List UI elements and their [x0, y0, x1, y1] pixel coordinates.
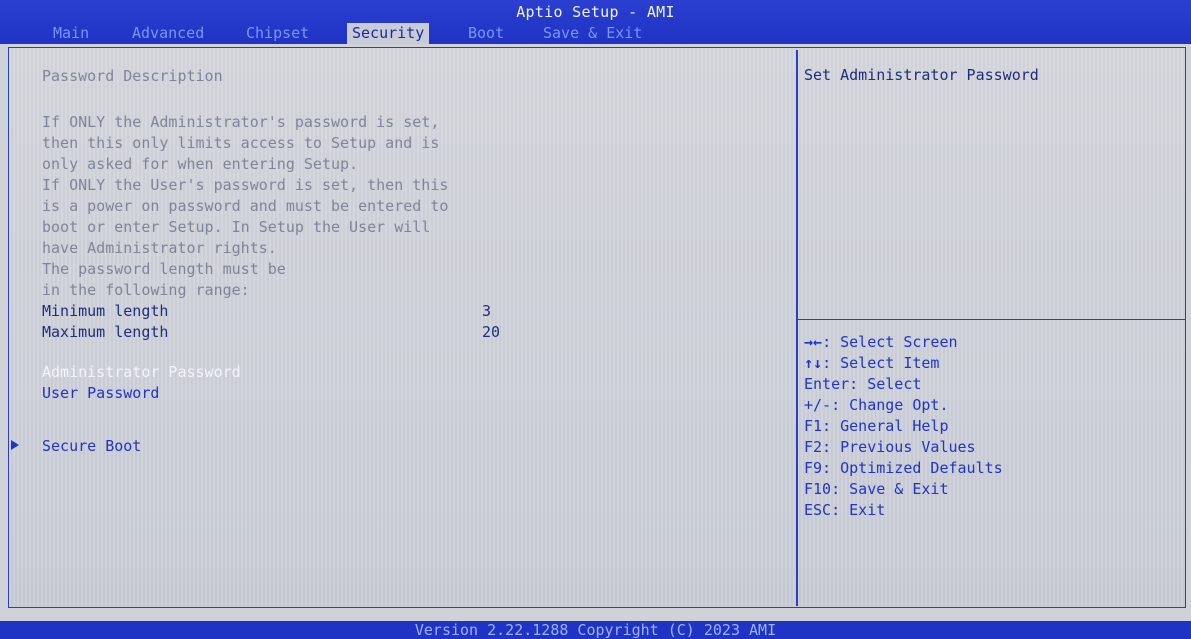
key-help-select-item: ↑↓: Select Item [804, 353, 939, 373]
maximum-length-label: Maximum length [42, 323, 169, 341]
description-line: boot or enter Setup. In Setup the User w… [42, 218, 431, 236]
key-help-save-exit: F10: Save & Exit [804, 480, 949, 498]
help-title: Set Administrator Password [804, 66, 1039, 84]
key-help-optimized-defaults: F9: Optimized Defaults [804, 459, 1003, 477]
tab-advanced[interactable]: Advanced [127, 23, 209, 44]
description-line: only asked for when entering Setup. [42, 155, 359, 173]
maximum-length-value: 20 [482, 323, 501, 341]
submenu-arrow-icon [11, 440, 19, 450]
app-title: Aptio Setup - AMI [516, 3, 675, 21]
top-menu-bar: Aptio Setup - AMI Main Advanced Chipset … [0, 0, 1191, 44]
tab-security[interactable]: Security [347, 23, 430, 44]
tab-save-exit[interactable]: Save & Exit [538, 23, 647, 44]
key-help-text: : Select Item [822, 354, 940, 372]
description-line: If ONLY the Administrator's password is … [42, 113, 440, 131]
key-help-enter: Enter: Select [804, 375, 922, 393]
administrator-password-item[interactable]: Administrator Password [42, 362, 241, 382]
help-divider [798, 319, 1186, 320]
description-line: The password length must be [42, 260, 286, 278]
vertical-divider [796, 50, 798, 606]
up-down-arrow-icon: ↑↓ [804, 354, 823, 372]
tab-boot[interactable]: Boot [463, 23, 509, 44]
key-help-change-opt: +/-: Change Opt. [804, 396, 949, 414]
description-line: then this only limits access to Setup an… [42, 134, 440, 152]
key-help-select-screen: →←: Select Screen [804, 332, 958, 352]
minimum-length-label: Minimum length [42, 302, 169, 320]
tab-chipset[interactable]: Chipset [241, 23, 314, 44]
key-help-text: : Select Screen [822, 333, 958, 351]
secure-boot-item[interactable]: Secure Boot [42, 436, 141, 456]
password-description-heading: Password Description [42, 67, 223, 85]
tab-main[interactable]: Main [48, 23, 94, 44]
key-help-previous-values: F2: Previous Values [804, 438, 976, 456]
minimum-length-value: 3 [482, 302, 492, 320]
description-line: If ONLY the User's password is set, then… [42, 176, 449, 194]
version-footer: Version 2.22.1288 Copyright (C) 2023 AMI [0, 621, 1191, 639]
description-line: in the following range: [42, 281, 250, 299]
key-help-exit: ESC: Exit [804, 501, 886, 519]
description-line: have Administrator rights. [42, 239, 277, 257]
description-line: is a power on password and must be enter… [42, 197, 449, 215]
user-password-item[interactable]: User Password [42, 383, 159, 403]
key-help-general-help: F1: General Help [804, 417, 949, 435]
left-right-arrow-icon: →← [804, 333, 823, 351]
